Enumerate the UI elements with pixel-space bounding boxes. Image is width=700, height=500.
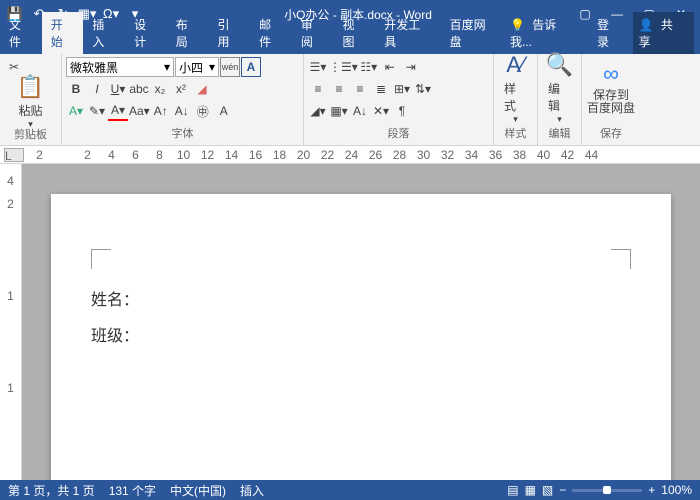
borders-icon[interactable]: ▦▾: [329, 101, 349, 121]
underline-button[interactable]: U▾: [108, 79, 128, 99]
tell-me[interactable]: 💡 告诉我...: [506, 13, 585, 53]
distribute-icon[interactable]: ⊞▾: [392, 79, 412, 99]
char-box-icon[interactable]: A: [214, 101, 234, 121]
share-button[interactable]: 👤 共享: [633, 12, 694, 54]
styles-button[interactable]: A⁄样式▾: [498, 56, 533, 120]
group-paragraph: 段落: [308, 125, 489, 143]
group-save: 保存: [586, 125, 636, 143]
margin-corner-icon: [91, 249, 111, 269]
superscript-button[interactable]: x²: [171, 79, 191, 99]
sort-icon[interactable]: A↓: [350, 101, 370, 121]
tab-design[interactable]: 设计: [125, 12, 167, 54]
doc-text-line[interactable]: 姓名：: [91, 286, 631, 310]
italic-button[interactable]: I: [87, 79, 107, 99]
shading-icon[interactable]: ◢▾: [308, 101, 328, 121]
tab-mail[interactable]: 邮件: [250, 12, 292, 54]
document-area: 姓名： 班级：: [22, 164, 700, 480]
shrink-font-icon[interactable]: A↓: [172, 101, 192, 121]
tab-view[interactable]: 视图: [334, 12, 376, 54]
status-lang[interactable]: 中文(中国): [170, 482, 226, 499]
group-edit: 编辑: [542, 125, 577, 143]
group-font: 字体: [66, 125, 299, 143]
justify-icon[interactable]: ≣: [371, 79, 391, 99]
indent-inc-icon[interactable]: ⇥: [401, 57, 421, 77]
margin-corner-icon: [611, 249, 631, 269]
subscript-button[interactable]: x₂: [150, 79, 170, 99]
clear-format-icon[interactable]: ◢: [192, 79, 212, 99]
paste-button[interactable]: 📋粘贴▾: [4, 78, 57, 126]
group-clipboard: 剪贴板: [4, 126, 57, 144]
grow-font-icon[interactable]: A↑: [151, 101, 171, 121]
tab-insert[interactable]: 插入: [83, 12, 125, 54]
zoom-in-icon[interactable]: +: [648, 483, 655, 497]
login-button[interactable]: 登录: [593, 13, 625, 53]
char-border-icon[interactable]: A: [241, 57, 261, 77]
tab-ref[interactable]: 引用: [208, 12, 250, 54]
bold-button[interactable]: B: [66, 79, 86, 99]
indent-dec-icon[interactable]: ⇤: [380, 57, 400, 77]
zoom-slider[interactable]: [572, 489, 642, 492]
line-spacing-icon[interactable]: ⇅▾: [413, 79, 433, 99]
group-styles: 样式: [498, 125, 533, 143]
char-shading-icon[interactable]: Aa▾: [129, 101, 150, 121]
vertical-ruler[interactable]: 4211: [0, 164, 22, 480]
edit-button[interactable]: 🔍编辑▾: [542, 56, 577, 120]
status-insert[interactable]: 插入: [240, 482, 264, 499]
text-effect-icon[interactable]: A▾: [66, 101, 86, 121]
font-name-select[interactable]: 微软雅黑▾: [66, 57, 174, 77]
align-left-icon[interactable]: ≡: [308, 79, 328, 99]
strike-button[interactable]: abc: [129, 79, 149, 99]
multilevel-icon[interactable]: ☷▾: [359, 57, 379, 77]
tab-dev[interactable]: 开发工具: [375, 12, 440, 54]
phonetic-icon[interactable]: wén: [220, 57, 240, 77]
doc-text-line[interactable]: 班级：: [91, 322, 631, 346]
status-words[interactable]: 131 个字: [109, 482, 156, 499]
ruler-tab-selector[interactable]: L: [4, 148, 24, 162]
view-read-icon[interactable]: ▤: [507, 483, 518, 497]
horizontal-ruler[interactable]: L 22468101214161820222426283032343638404…: [0, 146, 700, 164]
highlight-icon[interactable]: ✎▾: [87, 101, 107, 121]
tab-file[interactable]: 文件: [0, 12, 42, 54]
font-size-select[interactable]: 小四▾: [175, 57, 219, 77]
tab-baidu[interactable]: 百度网盘: [441, 12, 506, 54]
document-page[interactable]: 姓名： 班级：: [51, 194, 671, 480]
numbering-icon[interactable]: ⋮☰▾: [329, 57, 358, 77]
view-print-icon[interactable]: ▦: [525, 483, 536, 497]
zoom-text-icon[interactable]: ✕▾: [371, 101, 391, 121]
font-color-icon[interactable]: A▾: [108, 101, 128, 121]
tab-layout[interactable]: 布局: [167, 12, 209, 54]
tab-home[interactable]: 开始: [42, 12, 84, 54]
view-web-icon[interactable]: ▧: [542, 483, 553, 497]
baidu-save-button[interactable]: ∞保存到 百度网盘: [586, 56, 636, 120]
align-center-icon[interactable]: ≡: [329, 79, 349, 99]
zoom-value[interactable]: 100%: [661, 483, 692, 497]
tab-review[interactable]: 审阅: [292, 12, 334, 54]
zoom-out-icon[interactable]: −: [559, 483, 566, 497]
show-marks-icon[interactable]: ¶: [392, 101, 412, 121]
status-page[interactable]: 第 1 页，共 1 页: [8, 482, 95, 499]
align-right-icon[interactable]: ≡: [350, 79, 370, 99]
bullets-icon[interactable]: ☰▾: [308, 57, 328, 77]
enclose-icon[interactable]: ㊥: [193, 101, 213, 121]
